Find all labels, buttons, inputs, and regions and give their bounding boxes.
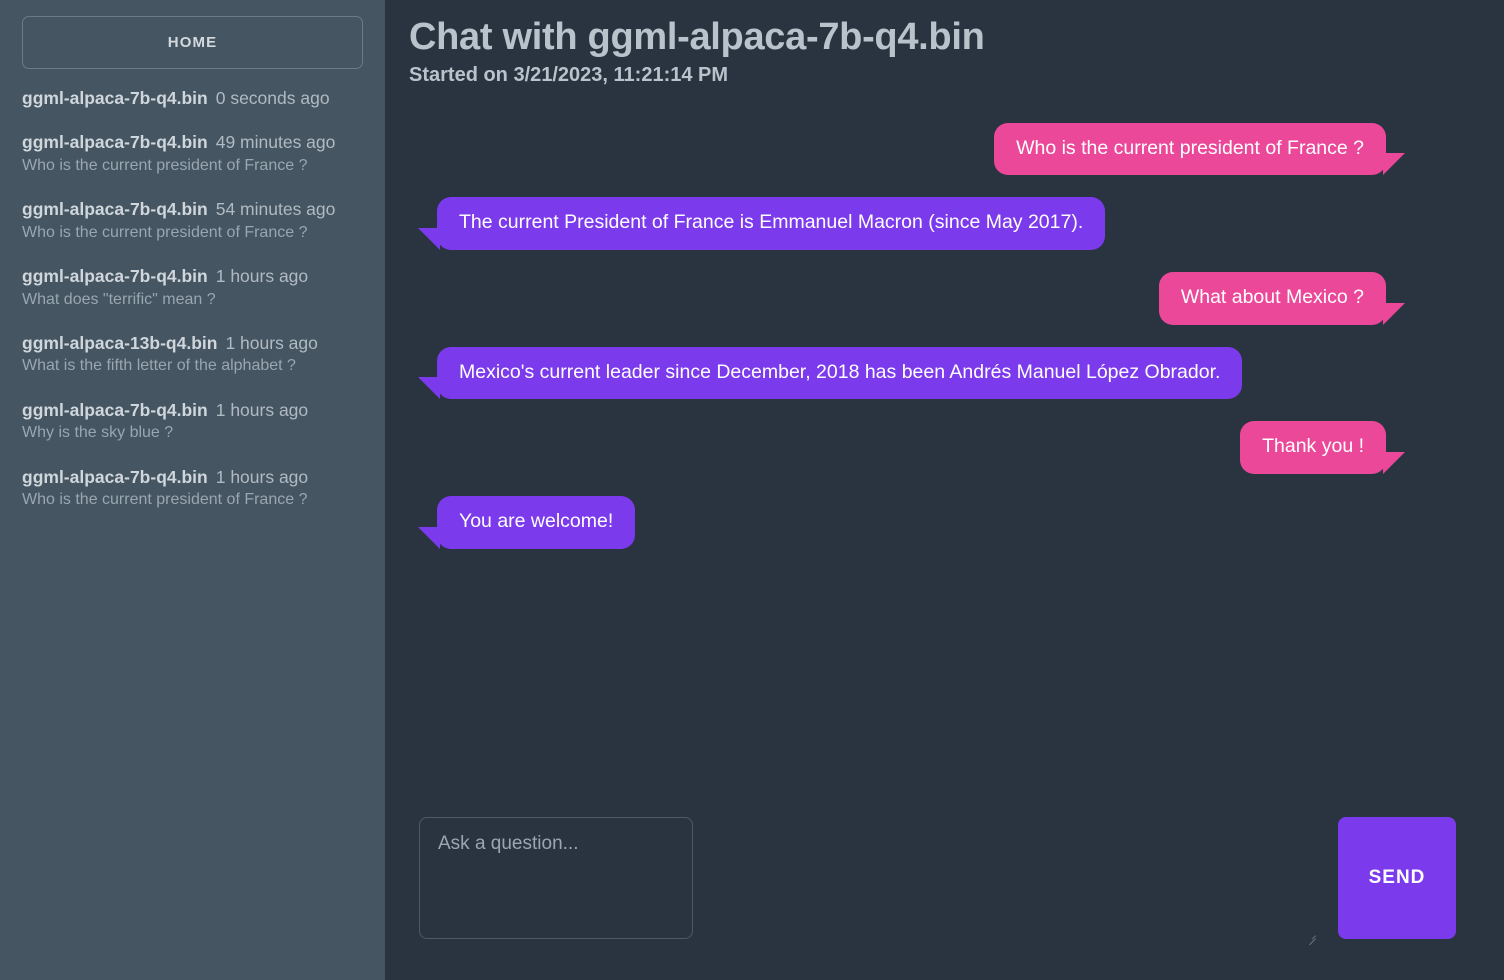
- history-item-snippet: What is the fifth letter of the alphabet…: [22, 357, 296, 375]
- history-item-timestamp: 1 hours ago: [215, 399, 309, 420]
- list-item[interactable]: ggml-alpaca-7b-q4.bin 1 hours ago What doe…: [22, 265, 363, 310]
- message-row: The current President of France is Emman…: [409, 197, 1454, 251]
- message-row: Mexico's current leader since December, …: [409, 346, 1454, 400]
- history-item-heading: ggml-alpaca-13b-q4.bin 1 hours ago: [22, 332, 363, 354]
- list-item[interactable]: ggml-alpaca-7b-q4.bin 49 minutes ago Who i…: [22, 131, 363, 176]
- home-button[interactable]: HOME: [22, 16, 363, 69]
- list-item[interactable]: ggml-alpaca-7b-q4.bin 0 seconds ago: [22, 87, 363, 109]
- chat-header: Chat with ggml-alpaca-7b-q4.bin Started …: [409, 0, 1456, 87]
- assistant-message-bubble: Mexico's current leader since December, …: [417, 346, 1243, 400]
- history-item-timestamp: 0 seconds ago: [215, 88, 330, 108]
- history-item-model-name: ggml-alpaca-13b-q4.bin: [22, 332, 218, 353]
- history-item-heading: ggml-alpaca-7b-q4.bin 49 minutes ago: [22, 131, 363, 153]
- page-title: Chat with ggml-alpaca-7b-q4.bin: [409, 16, 985, 58]
- history-item-snippet: Why is the sky blue ?: [22, 424, 174, 442]
- message-list: Who is the current president of France ?…: [409, 122, 1456, 817]
- history-item-heading: ggml-alpaca-7b-q4.bin 0 seconds ago: [22, 87, 363, 109]
- list-item[interactable]: ggml-alpaca-13b-q4.bin 1 hours ago What is…: [22, 332, 363, 377]
- history-item-timestamp: 1 hours ago: [215, 266, 309, 287]
- history-item-model-name: ggml-alpaca-7b-q4.bin: [22, 399, 208, 420]
- history-item-heading: ggml-alpaca-7b-q4.bin 1 hours ago: [22, 466, 363, 488]
- message-row: You are welcome!: [409, 496, 1454, 549]
- history-item-model-name: ggml-alpaca-7b-q4.bin: [22, 199, 208, 220]
- sidebar: HOME ggml-alpaca-7b-q4.bin 0 seconds ago g…: [0, 0, 385, 980]
- history-item-heading: ggml-alpaca-7b-q4.bin 54 minutes ago: [22, 198, 363, 220]
- list-item[interactable]: ggml-alpaca-7b-q4.bin 1 hours ago Why is t…: [22, 399, 363, 444]
- app-root: HOME ggml-alpaca-7b-q4.bin 0 seconds ago g…: [0, 0, 1504, 980]
- history-item-snippet: What does "terrific" mean ?: [22, 290, 216, 308]
- history-item-timestamp: 54 minutes ago: [215, 199, 336, 220]
- message-row: Thank you !: [409, 421, 1454, 475]
- history-item-model-name: ggml-alpaca-7b-q4.bin: [22, 266, 208, 287]
- composer-input-wrapper: [419, 817, 1320, 946]
- user-message-bubble: Thank you !: [1240, 421, 1405, 475]
- message-row: Who is the current president of France ?: [409, 122, 1454, 176]
- resize-handle-icon[interactable]: [1306, 930, 1316, 946]
- send-button[interactable]: SEND: [1338, 817, 1456, 939]
- history-item-timestamp: 49 minutes ago: [215, 132, 336, 153]
- question-input[interactable]: [419, 817, 693, 939]
- chat-started-timestamp: Started on 3/21/2023, 11:21:14 PM: [409, 63, 729, 86]
- history-item-model-name: ggml-alpaca-7b-q4.bin: [22, 466, 208, 487]
- history-item-snippet: Who is the current president of France ?: [22, 491, 308, 509]
- assistant-message-bubble: The current President of France is Emman…: [417, 197, 1106, 251]
- composer: SEND: [409, 817, 1456, 980]
- user-message-bubble: What about Mexico ?: [1158, 272, 1406, 325]
- history-item-timestamp: 1 hours ago: [225, 332, 318, 353]
- history-item-snippet: Who is the current president of France ?: [22, 223, 308, 241]
- history-item-timestamp: 1 hours ago: [215, 466, 309, 487]
- assistant-message-bubble: You are welcome!: [417, 496, 636, 549]
- list-item[interactable]: ggml-alpaca-7b-q4.bin 54 minutes ago Who i…: [22, 198, 363, 243]
- home-button-label: HOME: [167, 34, 218, 51]
- history-item-snippet: Who is the current president of France ?: [22, 156, 308, 174]
- history-item-heading: ggml-alpaca-7b-q4.bin 1 hours ago: [22, 265, 363, 287]
- user-message-bubble: Who is the current president of France ?: [994, 122, 1405, 176]
- history-item-heading: ggml-alpaca-7b-q4.bin 1 hours ago: [22, 399, 363, 421]
- chat-panel: Chat with ggml-alpaca-7b-q4.bin Started …: [385, 0, 1504, 980]
- history-item-model-name: ggml-alpaca-7b-q4.bin: [22, 132, 208, 153]
- list-item[interactable]: ggml-alpaca-7b-q4.bin 1 hours ago Who is t…: [22, 466, 363, 511]
- chat-history-list: ggml-alpaca-7b-q4.bin 0 seconds ago ggml-a…: [22, 87, 363, 511]
- history-item-model-name: ggml-alpaca-7b-q4.bin: [22, 88, 208, 108]
- message-row: What about Mexico ?: [409, 272, 1454, 325]
